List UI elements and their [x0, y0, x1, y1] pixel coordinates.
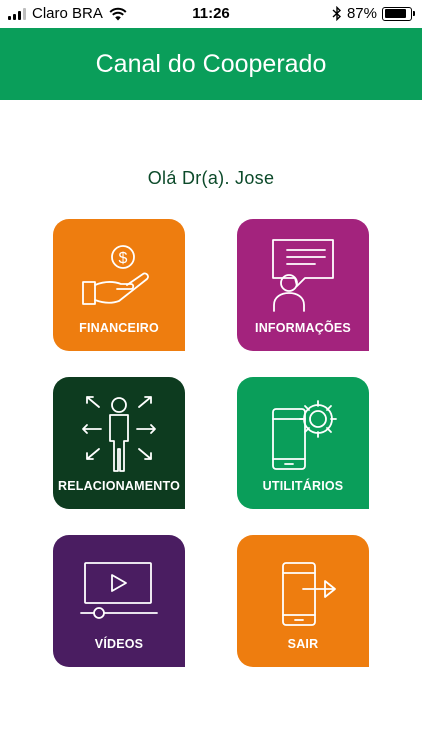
video-player-icon — [80, 562, 158, 619]
sair-label: SAIR — [287, 637, 319, 651]
videos-button[interactable]: VÍDEOS — [53, 535, 185, 667]
financeiro-label: FINANCEIRO — [79, 321, 159, 335]
status-right: 87% — [332, 5, 415, 22]
bluetooth-icon — [332, 6, 341, 21]
phone-exit-icon — [282, 562, 336, 626]
financeiro-button[interactable]: $ FINANCEIRO — [53, 219, 185, 351]
battery-percent: 87% — [346, 5, 377, 22]
app-title: Canal do Cooperado — [95, 49, 327, 78]
svg-text:$: $ — [119, 250, 128, 267]
sair-button[interactable]: SAIR — [237, 535, 369, 667]
hand-coin-icon: $ — [82, 245, 149, 305]
battery-level — [384, 9, 407, 18]
phone-gear-icon — [272, 400, 337, 470]
relacionamento-label: RELACIONAMENTO — [57, 479, 180, 493]
app-header: Canal do Cooperado — [0, 28, 422, 100]
person-arrows-icon — [82, 396, 156, 472]
greeting-text: Olá Dr(a). Jose — [147, 168, 275, 188]
utilitarios-label: UTILITÁRIOS — [262, 479, 344, 493]
informacoes-label: INFORMAÇÕES — [255, 321, 351, 335]
status-bar: Claro BRA 11:26 87% — [0, 0, 422, 28]
relacionamento-button[interactable]: RELACIONAMENTO — [53, 377, 185, 509]
utilitarios-button[interactable]: UTILITÁRIOS — [237, 377, 369, 509]
videos-label: VÍDEOS — [94, 637, 144, 651]
informacoes-button[interactable]: INFORMAÇÕES — [237, 219, 369, 351]
battery-icon — [382, 6, 415, 21]
chat-person-icon — [272, 239, 334, 312]
